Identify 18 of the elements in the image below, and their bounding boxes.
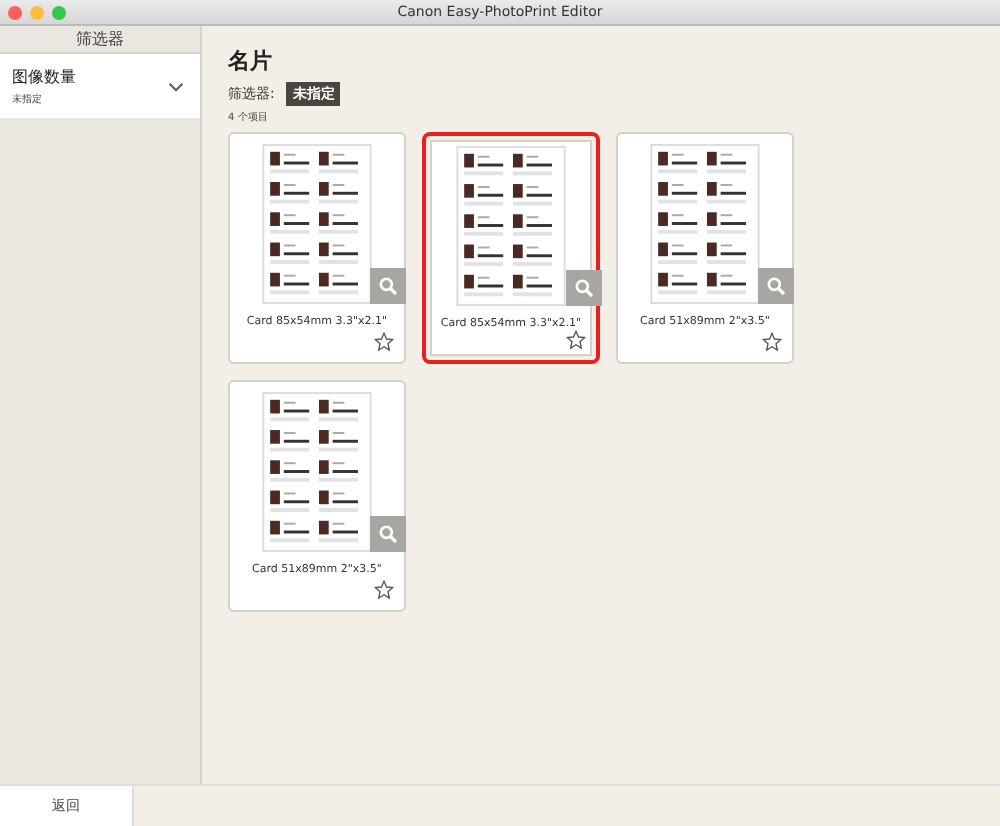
star-icon[interactable]: [374, 580, 394, 600]
page-title: 名片: [228, 46, 274, 76]
star-icon[interactable]: [566, 330, 586, 350]
search-icon: [574, 278, 594, 298]
search-icon: [766, 276, 786, 296]
star-icon[interactable]: [374, 332, 394, 352]
zoom-button[interactable]: [370, 516, 406, 552]
close-icon[interactable]: [8, 5, 22, 19]
zoom-button[interactable]: [370, 268, 406, 304]
search-icon: [378, 524, 398, 544]
search-icon: [378, 276, 398, 296]
zoom-button[interactable]: [566, 270, 602, 306]
zoom-icon[interactable]: [52, 5, 66, 19]
star-icon[interactable]: [762, 332, 782, 352]
zoom-button[interactable]: [758, 268, 794, 304]
minimize-icon[interactable]: [30, 5, 44, 19]
filter-label: 图像数量: [12, 66, 76, 88]
chevron-icon[interactable]: [168, 81, 184, 91]
